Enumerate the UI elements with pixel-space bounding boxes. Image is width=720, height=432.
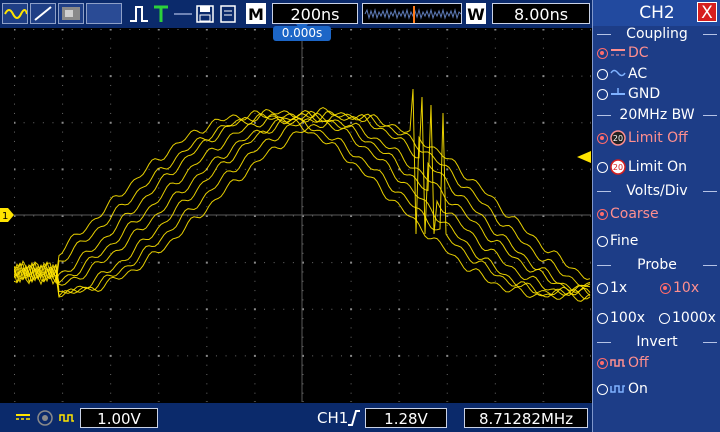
waveform-display-icon[interactable]	[2, 3, 28, 24]
coupling-option-dc[interactable]: DC	[597, 42, 649, 64]
radio-selected-icon	[597, 47, 608, 59]
timebase-mode-label: M	[246, 3, 266, 24]
coupling-header: Coupling	[593, 24, 720, 44]
probe-1000x-label: 1000x	[672, 310, 716, 326]
svg-text:20: 20	[613, 134, 623, 143]
radio-selected-icon	[597, 357, 608, 369]
frequency-counter: 8.71282MHz	[464, 408, 588, 428]
invert-off-option[interactable]: Off	[597, 352, 649, 374]
invert-on-label: On	[628, 381, 648, 397]
probe-10x-label: 10x	[673, 280, 700, 296]
radio-icon	[597, 161, 608, 173]
bottom-status-bar: 1.00V CH1 1.28V 8.71282MHz	[0, 403, 592, 432]
probe-1x-label: 1x	[610, 280, 628, 296]
rising-edge-icon	[130, 6, 148, 22]
radio-selected-icon	[597, 208, 608, 220]
close-button[interactable]: X	[697, 2, 717, 23]
bw-limit-on-option[interactable]: 20 Limit On	[597, 156, 687, 178]
oscilloscope-screen: M 200ns W 8.00ns 0.000s 1 1.00V CH1 1.28…	[0, 0, 720, 432]
timebase-value[interactable]: 200ns	[272, 3, 358, 24]
color-grade-icon	[62, 7, 80, 20]
sine-wave-icon	[4, 9, 28, 19]
usb-link-icon	[172, 3, 194, 24]
invert-on-icon	[610, 385, 625, 393]
dash-icon	[174, 13, 192, 15]
probe-1x-option[interactable]: 1x	[597, 277, 627, 299]
floppy-disk-icon	[196, 5, 214, 23]
radio-icon	[597, 235, 608, 247]
channel-menu-panel: CH2 X Coupling DC AC GND 20MHz BW 20 Limi…	[592, 0, 720, 432]
bandwidth-header: 20MHz BW	[593, 105, 720, 125]
radio-selected-icon	[597, 132, 608, 144]
printer-icon	[220, 5, 236, 23]
radio-icon	[597, 88, 608, 100]
vectors-mode-icon[interactable]	[30, 3, 56, 24]
trigger-time-offset[interactable]: 0.000s	[273, 26, 331, 41]
channel1-ground-marker-icon[interactable]: 1	[0, 208, 14, 222]
rising-slope-icon	[348, 410, 360, 426]
ground-icon	[611, 88, 625, 95]
trigger-level-marker-icon[interactable]	[577, 151, 591, 163]
save-icon[interactable]	[195, 3, 215, 24]
coupling-option-ac[interactable]: AC	[597, 63, 647, 85]
diagonal-line-icon	[34, 6, 52, 21]
memory-position-bar[interactable]	[362, 3, 462, 24]
volts-coarse-label: Coarse	[610, 206, 659, 222]
radio-icon	[597, 312, 608, 324]
blank-slot	[86, 3, 122, 24]
volts-div-header: Volts/Div	[593, 181, 720, 201]
memory-window-icon	[364, 6, 461, 23]
trigger-edge-icon[interactable]	[128, 3, 152, 24]
bw-limit-off-option[interactable]: 20 Limit Off	[597, 127, 688, 149]
radio-selected-icon	[660, 282, 671, 294]
bw-off-icon: 20	[610, 130, 626, 146]
ac-icon	[610, 69, 626, 77]
coupling-option-gnd[interactable]: GND	[597, 83, 660, 105]
trigger-level-value[interactable]: 1.28V	[365, 408, 447, 428]
trigger-source-label: CH1	[317, 409, 349, 427]
radio-icon	[597, 282, 608, 294]
invert-on-option[interactable]: On	[597, 378, 648, 400]
waveform-grid	[14, 29, 591, 402]
probe-100x-label: 100x	[610, 310, 646, 326]
bw-on-icon: 20	[610, 159, 626, 175]
coupling-dc-label: DC	[628, 45, 649, 61]
svg-text:20: 20	[613, 163, 623, 172]
volts-fine-label: Fine	[610, 233, 639, 249]
invert-header: Invert	[593, 332, 720, 352]
bw-limit-off-label: Limit Off	[628, 130, 688, 146]
bw-limit-icon	[37, 410, 53, 426]
coupling-gnd-label: GND	[628, 86, 661, 102]
probe-10x-option[interactable]: 10x	[660, 277, 699, 299]
window-label: W	[466, 3, 486, 24]
volts-fine-option[interactable]: Fine	[597, 230, 638, 252]
radio-icon	[597, 383, 608, 395]
persistence-mode-icon[interactable]	[58, 3, 84, 24]
probe-header: Probe	[593, 255, 720, 275]
ch1-volts-div[interactable]: 1.00V	[80, 408, 158, 428]
channel1-marker-text: 1	[2, 211, 8, 222]
dc-icon	[611, 49, 625, 56]
dc-coupling-icon	[16, 414, 30, 420]
coupling-ac-label: AC	[628, 66, 648, 82]
bw-limit-on-label: Limit On	[628, 159, 688, 175]
radio-icon	[597, 68, 608, 80]
volts-coarse-option[interactable]: Coarse	[597, 203, 659, 225]
t-letter-icon	[154, 5, 168, 22]
probe-1000x-option[interactable]: 1000x	[659, 307, 716, 329]
invert-off-label: Off	[628, 355, 649, 371]
print-icon[interactable]	[218, 3, 238, 24]
probe-100x-option[interactable]: 100x	[597, 307, 645, 329]
invert-off-icon	[610, 359, 625, 367]
invert-waveform-icon	[59, 414, 74, 422]
window-value[interactable]: 8.00ns	[492, 3, 590, 24]
radio-icon	[659, 312, 670, 324]
triggered-status-icon	[152, 3, 170, 24]
